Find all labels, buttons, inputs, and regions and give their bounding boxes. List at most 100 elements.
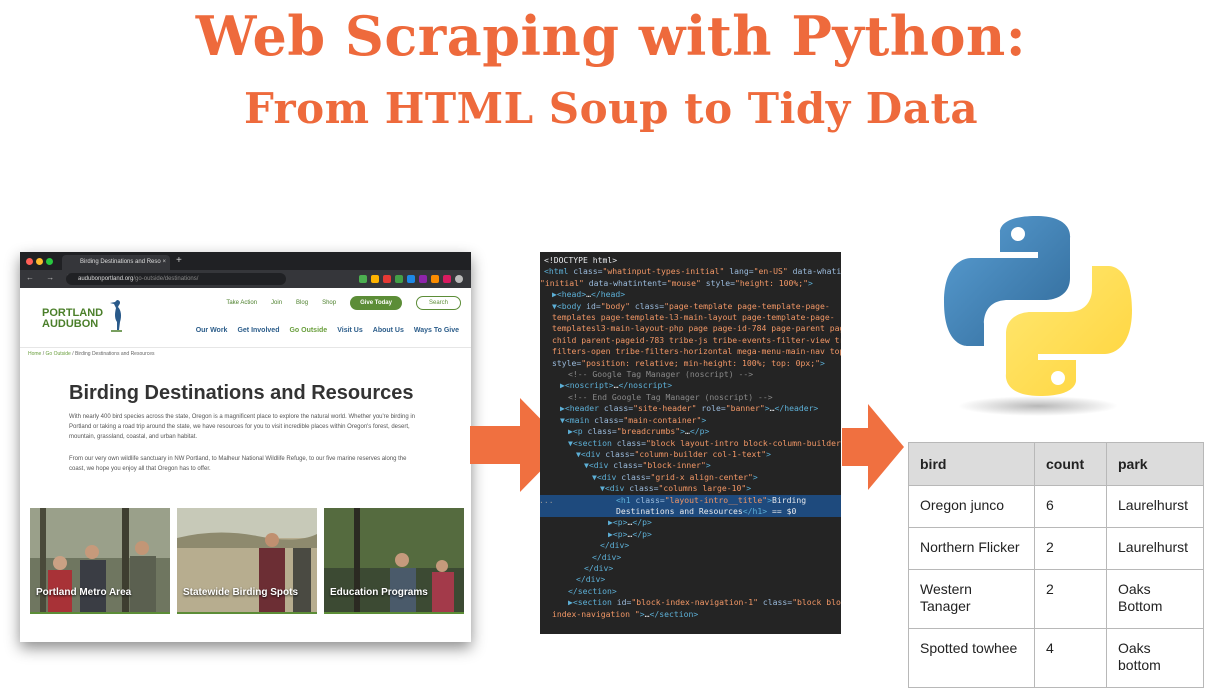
minimize-window-dot[interactable] [36,258,43,265]
code-token: class= [621,471,651,482]
code-line[interactable]: ▼<div class="columns large-10"> [540,483,841,494]
code-line[interactable]: ▼<div class="block-inner"> [540,460,841,471]
code-line[interactable]: <!-- Google Tag Manager (noscript) --> [540,369,841,380]
code-line[interactable]: style="position: relative; min-height: 1… [540,358,841,369]
nav-go-outside[interactable]: Go Outside [289,327,327,334]
code-token: ▶<noscript> [560,380,614,391]
code-token: <h1 [616,494,636,505]
code-line[interactable]: ▶<section id="block-index-navigation-1" … [540,597,841,608]
code-line[interactable]: ... <h1 class="layout-intro__title">Birdi… [540,494,841,506]
code-line[interactable]: </div> [540,563,841,574]
tab-close-icon[interactable]: × [162,255,166,270]
extension-icon[interactable] [407,275,415,283]
code-token: </noscript> [618,380,673,391]
code-token: "page-template page-template-page- [664,300,830,311]
code-token: <!-- End Google Tag Manager (noscript) -… [568,391,773,402]
code-token: "layout-intro__title" [664,494,768,505]
nav-our-work[interactable]: Our Work [196,327,228,334]
util-take-action[interactable]: Take Action [226,300,257,306]
close-window-dot[interactable] [26,258,33,265]
code-line[interactable]: ▶<p>…</p> [540,517,841,528]
code-line[interactable]: </div> [540,574,841,585]
new-tab-icon[interactable]: + [176,255,182,266]
code-token: class= [613,460,643,471]
extension-icon[interactable] [395,275,403,283]
util-join[interactable]: Join [271,300,282,306]
code-line[interactable]: ▼<body id="body" class="page-template pa… [540,301,841,312]
code-token: class= [605,448,635,459]
code-token: "columns large-10" [658,483,747,494]
code-line[interactable]: templates page-template-l3-main-layout p… [540,312,841,323]
url-domain: audubonportland.org [78,276,134,282]
page-title: Birding Destinations and Resources [69,382,414,404]
code-line[interactable]: ▶<header class="site-header" role="banne… [540,403,841,414]
python-logo [944,216,1132,416]
code-line[interactable]: <html class="whatinput-types-initial" la… [540,266,841,277]
code-line[interactable]: Destinations and Resources</h1> == $0 [540,505,841,518]
breadcrumb-go-outside[interactable]: Go Outside [46,351,71,357]
util-shop[interactable]: Shop [322,300,336,306]
code-line[interactable]: ▶<head>…</head> [540,289,841,300]
code-line[interactable]: <!DOCTYPE html> [540,255,841,266]
code-line[interactable]: </section> [540,586,841,597]
code-token: ▶<header [560,403,604,414]
nav-about-us[interactable]: About Us [373,327,404,334]
code-line[interactable]: </div> [540,552,841,563]
code-line[interactable]: ▼<div class="grid-x align-center"> [540,472,841,483]
extension-icon[interactable] [371,275,379,283]
extension-icon[interactable] [383,275,391,283]
code-token: "en-US" [753,266,788,277]
code-token: > [820,357,825,368]
code-line[interactable]: ▼<main class="main-container"> [540,415,841,426]
card-education[interactable]: Education Programs [324,508,464,614]
cell-count: 2 [1034,569,1107,629]
url-path: /go-outside/destinations/ [133,276,199,282]
code-token: class= [616,437,646,448]
table-row: Oregon junco 6 Laurelhurst [908,485,1204,528]
nav-get-involved[interactable]: Get Involved [237,327,279,334]
card-statewide[interactable]: Statewide Birding Spots [177,508,317,614]
avatar[interactable] [455,275,463,283]
cell-bird: Western Tanager [908,569,1035,629]
browser-tab-bar: Birding Destinations and Reso × + [20,252,471,270]
audubon-logo[interactable]: PORTLAND AUDUBON [42,308,103,330]
code-line[interactable]: ▶<noscript>…</noscript> [540,380,841,391]
cell-count: 2 [1034,527,1107,570]
nav-ways-to-give[interactable]: Ways To Give [414,327,459,334]
extension-icon[interactable] [419,275,427,283]
code-token: > [746,483,752,494]
code-line[interactable]: child parent-pageid-783 tribe-js tribe-e… [540,335,841,346]
nav-visit-us[interactable]: Visit Us [337,327,363,334]
card-portland-metro[interactable]: Portland Metro Area [30,508,170,614]
code-token: ▶<p> [608,517,628,528]
extension-icon[interactable] [431,275,439,283]
code-line[interactable]: "initial" data-whatintent="mouse" style=… [540,278,841,289]
code-token: class= [594,414,624,425]
address-bar[interactable]: audubonportland.org/go-outside/destinati… [66,273,286,285]
code-line[interactable]: templatesl3-main-layout-php page page-id… [540,323,841,334]
code-token: style= [700,277,735,288]
code-line[interactable]: ▶<p>…</p> [540,529,841,540]
code-line[interactable]: ▼<div class="column-builder col-1-text"> [540,449,841,460]
code-token: child parent-pageid-783 tribe-js tribe-e… [552,334,841,345]
give-today-button[interactable]: Give Today [350,296,402,310]
code-token: "block-inner" [642,460,706,471]
extension-icon[interactable] [359,275,367,283]
code-token: </p> [689,426,710,437]
breadcrumb-home[interactable]: Home [28,351,41,357]
cell-park: Laurelhurst [1106,527,1204,570]
util-blog[interactable]: Blog [296,300,308,306]
search-button[interactable]: Search [415,296,461,310]
code-line[interactable]: filters-open tribe-filters-horizontal me… [540,346,841,357]
code-line[interactable]: ▼<section class="block layout-intro bloc… [540,438,841,449]
column-header-count: count [1034,442,1107,486]
browser-tab[interactable]: Birding Destinations and Reso × [62,255,170,270]
maximize-window-dot[interactable] [46,258,53,265]
code-line[interactable]: </div> [540,540,841,551]
code-line[interactable]: <!-- End Google Tag Manager (noscript) -… [540,392,841,403]
code-line[interactable]: ▶<p class="breadcrumbs">…</p> [540,426,841,437]
code-token: > [701,414,707,425]
code-line[interactable]: index-navigation ">…</section> [540,609,841,620]
extension-icon[interactable] [443,275,451,283]
code-token: ▶<p> [608,528,628,539]
